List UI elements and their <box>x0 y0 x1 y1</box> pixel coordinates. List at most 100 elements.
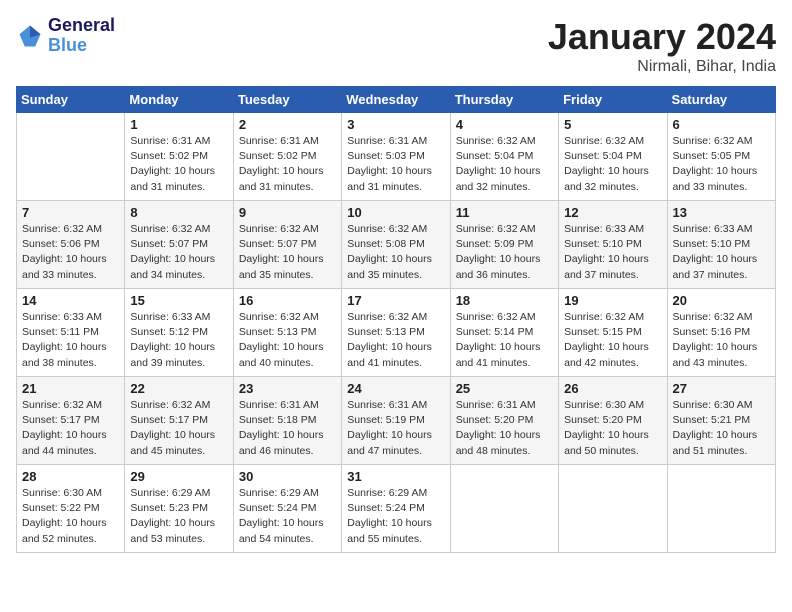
calendar-cell: 25Sunrise: 6:31 AMSunset: 5:20 PMDayligh… <box>450 377 558 465</box>
day-number: 23 <box>239 381 336 396</box>
calendar-cell: 19 Sunrise: 6:32 AMSunset: 5:15 PMDayligh… <box>559 289 667 377</box>
header-day-monday: Monday <box>125 87 233 113</box>
day-detail: Sunrise: 6:31 AMSunset: 5:19 PMDaylight:… <box>347 398 444 459</box>
calendar-header-row: SundayMondayTuesdayWednesdayThursdayFrid… <box>17 87 776 113</box>
logo-text: General Blue <box>48 16 115 56</box>
day-number: 12 <box>564 205 661 220</box>
logo-icon <box>16 22 44 50</box>
header-day-friday: Friday <box>559 87 667 113</box>
calendar-cell: 31 Sunrise: 6:29 AMSunset: 5:24 PMDayligh… <box>342 465 450 553</box>
calendar-cell: 29 Sunrise: 6:29 AMSunset: 5:23 PMDayligh… <box>125 465 233 553</box>
header-day-saturday: Saturday <box>667 87 775 113</box>
header-day-tuesday: Tuesday <box>233 87 341 113</box>
day-detail: Sunrise: 6:32 AMSunset: 5:17 PMDaylight:… <box>22 398 119 459</box>
logo: General Blue <box>16 16 115 56</box>
calendar-cell: 22 Sunrise: 6:32 AMSunset: 5:17 PMDayligh… <box>125 377 233 465</box>
day-detail: Sunrise: 6:32 AMSunset: 5:06 PMDaylight:… <box>22 222 119 283</box>
calendar-cell <box>17 113 125 201</box>
day-number: 6 <box>673 117 770 132</box>
title-block: January 2024 Nirmali, Bihar, India <box>548 16 776 76</box>
calendar-cell: 18Sunrise: 6:32 AMSunset: 5:14 PMDayligh… <box>450 289 558 377</box>
calendar-cell: 4Sunrise: 6:32 AMSunset: 5:04 PMDaylight… <box>450 113 558 201</box>
day-detail: Sunrise: 6:32 AMSunset: 5:07 PMDaylight:… <box>130 222 227 283</box>
calendar-week-3: 14Sunrise: 6:33 AMSunset: 5:11 PMDayligh… <box>17 289 776 377</box>
day-detail: Sunrise: 6:33 AMSunset: 5:12 PMDaylight:… <box>130 310 227 371</box>
day-detail: Sunrise: 6:33 AMSunset: 5:10 PMDaylight:… <box>564 222 661 283</box>
day-number: 17 <box>347 293 444 308</box>
header-day-wednesday: Wednesday <box>342 87 450 113</box>
day-number: 2 <box>239 117 336 132</box>
calendar-cell: 12 Sunrise: 6:33 AMSunset: 5:10 PMDayligh… <box>559 201 667 289</box>
day-number: 7 <box>22 205 119 220</box>
day-number: 10 <box>347 205 444 220</box>
calendar-cell: 8 Sunrise: 6:32 AMSunset: 5:07 PMDaylight… <box>125 201 233 289</box>
day-number: 26 <box>564 381 661 396</box>
day-number: 29 <box>130 469 227 484</box>
calendar-cell <box>450 465 558 553</box>
day-detail: Sunrise: 6:32 AMSunset: 5:08 PMDaylight:… <box>347 222 444 283</box>
calendar-cell: 2 Sunrise: 6:31 AMSunset: 5:02 PMDaylight… <box>233 113 341 201</box>
day-detail: Sunrise: 6:31 AMSunset: 5:18 PMDaylight:… <box>239 398 336 459</box>
day-number: 25 <box>456 381 553 396</box>
day-detail: Sunrise: 6:32 AMSunset: 5:07 PMDaylight:… <box>239 222 336 283</box>
day-detail: Sunrise: 6:29 AMSunset: 5:23 PMDaylight:… <box>130 486 227 547</box>
calendar-table: SundayMondayTuesdayWednesdayThursdayFrid… <box>16 86 776 553</box>
day-number: 11 <box>456 205 553 220</box>
day-number: 5 <box>564 117 661 132</box>
day-number: 21 <box>22 381 119 396</box>
calendar-cell: 9Sunrise: 6:32 AMSunset: 5:07 PMDaylight… <box>233 201 341 289</box>
calendar-cell: 23 Sunrise: 6:31 AMSunset: 5:18 PMDayligh… <box>233 377 341 465</box>
day-number: 24 <box>347 381 444 396</box>
calendar-cell: 11 Sunrise: 6:32 AMSunset: 5:09 PMDayligh… <box>450 201 558 289</box>
day-detail: Sunrise: 6:31 AMSunset: 5:02 PMDaylight:… <box>239 134 336 195</box>
day-detail: Sunrise: 6:29 AMSunset: 5:24 PMDaylight:… <box>347 486 444 547</box>
calendar-cell: 24 Sunrise: 6:31 AMSunset: 5:19 PMDayligh… <box>342 377 450 465</box>
page-header: General Blue January 2024 Nirmali, Bihar… <box>16 16 776 76</box>
day-number: 19 <box>564 293 661 308</box>
header-day-thursday: Thursday <box>450 87 558 113</box>
day-detail: Sunrise: 6:32 AMSunset: 5:13 PMDaylight:… <box>239 310 336 371</box>
calendar-cell: 5 Sunrise: 6:32 AMSunset: 5:04 PMDaylight… <box>559 113 667 201</box>
calendar-week-4: 21 Sunrise: 6:32 AMSunset: 5:17 PMDayligh… <box>17 377 776 465</box>
day-number: 31 <box>347 469 444 484</box>
day-number: 3 <box>347 117 444 132</box>
day-number: 8 <box>130 205 227 220</box>
calendar-cell: 21 Sunrise: 6:32 AMSunset: 5:17 PMDayligh… <box>17 377 125 465</box>
calendar-cell: 30Sunrise: 6:29 AMSunset: 5:24 PMDayligh… <box>233 465 341 553</box>
day-number: 14 <box>22 293 119 308</box>
day-detail: Sunrise: 6:30 AMSunset: 5:21 PMDaylight:… <box>673 398 770 459</box>
month-title: January 2024 <box>548 16 776 58</box>
calendar-cell: 27Sunrise: 6:30 AMSunset: 5:21 PMDayligh… <box>667 377 775 465</box>
day-number: 18 <box>456 293 553 308</box>
calendar-cell: 13Sunrise: 6:33 AMSunset: 5:10 PMDayligh… <box>667 201 775 289</box>
calendar-cell: 14Sunrise: 6:33 AMSunset: 5:11 PMDayligh… <box>17 289 125 377</box>
day-detail: Sunrise: 6:31 AMSunset: 5:02 PMDaylight:… <box>130 134 227 195</box>
day-detail: Sunrise: 6:32 AMSunset: 5:17 PMDaylight:… <box>130 398 227 459</box>
calendar-cell: 26 Sunrise: 6:30 AMSunset: 5:20 PMDayligh… <box>559 377 667 465</box>
day-detail: Sunrise: 6:32 AMSunset: 5:13 PMDaylight:… <box>347 310 444 371</box>
day-number: 15 <box>130 293 227 308</box>
day-detail: Sunrise: 6:32 AMSunset: 5:04 PMDaylight:… <box>564 134 661 195</box>
day-detail: Sunrise: 6:30 AMSunset: 5:22 PMDaylight:… <box>22 486 119 547</box>
calendar-cell: 20Sunrise: 6:32 AMSunset: 5:16 PMDayligh… <box>667 289 775 377</box>
day-number: 4 <box>456 117 553 132</box>
calendar-week-2: 7 Sunrise: 6:32 AMSunset: 5:06 PMDaylight… <box>17 201 776 289</box>
day-detail: Sunrise: 6:32 AMSunset: 5:15 PMDaylight:… <box>564 310 661 371</box>
day-number: 22 <box>130 381 227 396</box>
day-detail: Sunrise: 6:30 AMSunset: 5:20 PMDaylight:… <box>564 398 661 459</box>
day-detail: Sunrise: 6:32 AMSunset: 5:05 PMDaylight:… <box>673 134 770 195</box>
calendar-cell: 28 Sunrise: 6:30 AMSunset: 5:22 PMDayligh… <box>17 465 125 553</box>
calendar-cell: 6 Sunrise: 6:32 AMSunset: 5:05 PMDaylight… <box>667 113 775 201</box>
calendar-cell: 10 Sunrise: 6:32 AMSunset: 5:08 PMDayligh… <box>342 201 450 289</box>
day-number: 30 <box>239 469 336 484</box>
day-detail: Sunrise: 6:32 AMSunset: 5:16 PMDaylight:… <box>673 310 770 371</box>
calendar-week-5: 28 Sunrise: 6:30 AMSunset: 5:22 PMDayligh… <box>17 465 776 553</box>
day-detail: Sunrise: 6:33 AMSunset: 5:10 PMDaylight:… <box>673 222 770 283</box>
day-number: 28 <box>22 469 119 484</box>
calendar-cell <box>667 465 775 553</box>
day-detail: Sunrise: 6:32 AMSunset: 5:09 PMDaylight:… <box>456 222 553 283</box>
day-number: 16 <box>239 293 336 308</box>
calendar-cell: 7 Sunrise: 6:32 AMSunset: 5:06 PMDaylight… <box>17 201 125 289</box>
calendar-cell: 15 Sunrise: 6:33 AMSunset: 5:12 PMDayligh… <box>125 289 233 377</box>
calendar-week-1: 1Sunrise: 6:31 AMSunset: 5:02 PMDaylight… <box>17 113 776 201</box>
